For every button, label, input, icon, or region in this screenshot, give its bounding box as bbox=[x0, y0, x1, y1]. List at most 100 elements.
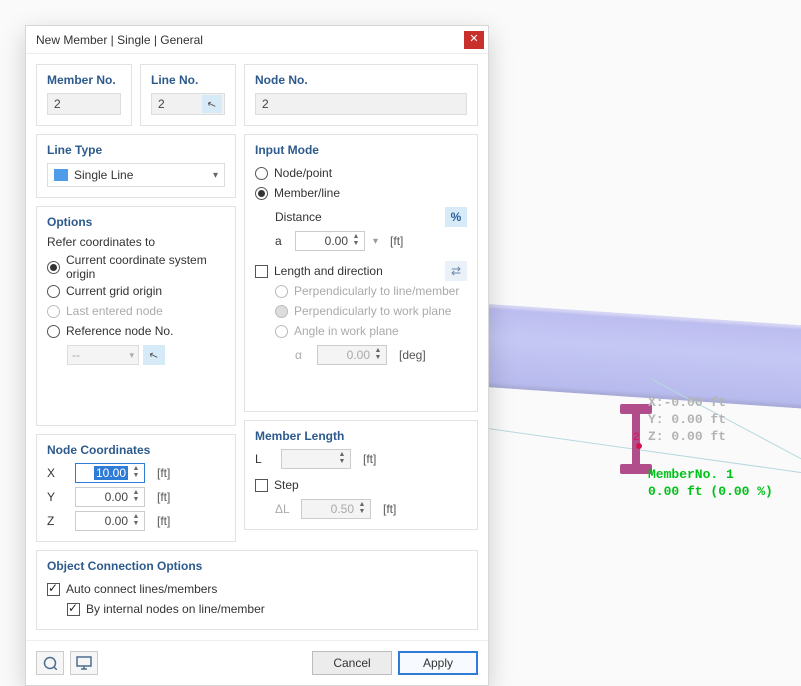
internal-nodes-check[interactable]: By internal nodes on line/member bbox=[67, 599, 467, 619]
swap-icon: ⇄ bbox=[451, 264, 461, 278]
line-no-group: Line No. 2 ↖ bbox=[140, 64, 236, 126]
radio-icon bbox=[47, 305, 60, 318]
cancel-button[interactable]: Cancel bbox=[312, 651, 392, 675]
spinner-arrows-icon[interactable]: ▲▼ bbox=[350, 233, 362, 249]
line-type-value: Single Line bbox=[74, 168, 133, 182]
length-l-input: ▲▼ bbox=[281, 449, 351, 469]
spinner-arrows-icon: ▲▼ bbox=[372, 347, 384, 363]
coord-readout: X:-0.00 ft Y: 0.00 ft Z: 0.00 ft bbox=[648, 394, 726, 445]
length-direction-check[interactable]: Length and direction ⇄ bbox=[255, 261, 467, 281]
distance-a-input[interactable]: 0.00 ▲▼ bbox=[295, 231, 365, 251]
line-no-field[interactable]: 2 ↖ bbox=[151, 93, 225, 115]
mode-node-point[interactable]: Node/point bbox=[255, 163, 467, 183]
member-no-field[interactable]: 2 bbox=[47, 93, 121, 115]
spinner-arrows-icon[interactable]: ▲▼ bbox=[130, 465, 142, 481]
object-connection-group: Object Connection Options Auto connect l… bbox=[36, 550, 478, 630]
options-group: Options Refer coordinates to Current coo… bbox=[36, 206, 236, 426]
titlebar[interactable]: New Member | Single | General ✕ bbox=[26, 26, 488, 54]
a-unit: [ft] bbox=[390, 234, 403, 248]
unit-chevron-icon[interactable]: ▾ bbox=[373, 236, 378, 247]
options-label: Options bbox=[47, 215, 225, 229]
apply-button[interactable]: Apply bbox=[398, 651, 478, 675]
perp-work-plane: Perpendicularly to work plane bbox=[275, 301, 467, 321]
cursor-icon: ↖ bbox=[147, 347, 160, 362]
chevron-down-icon: ▾ bbox=[213, 170, 218, 181]
input-mode-group: Input Mode Node/point Member/line Distan… bbox=[244, 134, 478, 412]
mode-member-line[interactable]: Member/line bbox=[255, 183, 467, 203]
alpha-unit: [deg] bbox=[399, 348, 426, 362]
checkbox-icon bbox=[67, 603, 80, 616]
help-icon bbox=[43, 656, 57, 670]
distance-label: Distance bbox=[275, 210, 322, 224]
step-check[interactable]: Step bbox=[255, 475, 467, 495]
opt-ref-node[interactable]: Reference node No. bbox=[47, 321, 225, 341]
spinner-arrows-icon: ▲▼ bbox=[356, 501, 368, 517]
dialog-title: New Member | Single | General bbox=[36, 33, 464, 47]
member-readout: MemberNo. 1 0.00 ft (0.00 %) bbox=[648, 466, 773, 500]
l-unit: [ft] bbox=[363, 452, 376, 466]
coord-x-input[interactable]: 10.00 ▲▼ bbox=[75, 463, 145, 483]
opt-last-node: Last entered node bbox=[47, 301, 225, 321]
ref-node-select: -- ▾ bbox=[67, 345, 139, 365]
node-no-group: Node No. 2 bbox=[244, 64, 478, 126]
member-no-label: Member No. bbox=[47, 73, 121, 87]
checkbox-icon bbox=[255, 479, 268, 492]
help-button[interactable] bbox=[36, 651, 64, 675]
node-label: 2 bbox=[633, 432, 640, 444]
line-no-label: Line No. bbox=[151, 73, 225, 87]
radio-icon bbox=[275, 325, 288, 338]
cursor-icon: ↖ bbox=[205, 96, 218, 111]
checkbox-icon bbox=[47, 583, 60, 596]
radio-icon bbox=[275, 305, 288, 318]
alpha-label: α bbox=[295, 348, 309, 362]
line-type-icon bbox=[54, 169, 68, 181]
dl-unit: [ft] bbox=[383, 502, 396, 516]
coord-y-label: Y bbox=[47, 490, 67, 504]
percent-toggle[interactable]: % bbox=[445, 207, 467, 227]
pick-node-button[interactable]: ↖ bbox=[143, 345, 165, 365]
l-label: L bbox=[255, 452, 273, 466]
opt-grid-origin[interactable]: Current grid origin bbox=[47, 281, 225, 301]
member-length-group: Member Length L ▲▼ [ft] Step bbox=[244, 420, 478, 530]
line-type-select[interactable]: Single Line ▾ bbox=[47, 163, 225, 187]
spinner-arrows-icon[interactable]: ▲▼ bbox=[130, 489, 142, 505]
line-type-group: Line Type Single Line ▾ bbox=[36, 134, 236, 198]
a-label: a bbox=[275, 234, 287, 248]
dl-label: ΔL bbox=[275, 502, 293, 516]
new-member-dialog: New Member | Single | General ✕ Member N… bbox=[25, 25, 489, 686]
monitor-icon bbox=[76, 656, 92, 670]
close-button[interactable]: ✕ bbox=[464, 31, 484, 49]
display-button[interactable] bbox=[70, 651, 98, 675]
radio-icon bbox=[275, 285, 288, 298]
alpha-input: 0.00 ▲▼ bbox=[317, 345, 387, 365]
chevron-down-icon: ▾ bbox=[129, 350, 134, 361]
node-no-field[interactable]: 2 bbox=[255, 93, 467, 115]
dl-input: 0.50 ▲▼ bbox=[301, 499, 371, 519]
coord-x-unit: [ft] bbox=[157, 466, 170, 480]
percent-icon: % bbox=[451, 210, 462, 224]
radio-icon bbox=[47, 285, 60, 298]
refer-label: Refer coordinates to bbox=[47, 235, 225, 249]
spinner-arrows-icon[interactable]: ▲▼ bbox=[130, 513, 142, 529]
coord-z-unit: [ft] bbox=[157, 514, 170, 528]
line-type-label: Line Type bbox=[47, 143, 225, 157]
object-connection-label: Object Connection Options bbox=[47, 559, 467, 573]
perp-line-member: Perpendicularly to line/member bbox=[275, 281, 467, 301]
coord-x-label: X bbox=[47, 466, 67, 480]
node-no-label: Node No. bbox=[255, 73, 467, 87]
pick-line-icon[interactable]: ↖ bbox=[202, 95, 222, 113]
coord-z-input[interactable]: 0.00 ▲▼ bbox=[75, 511, 145, 531]
coord-z-label: Z bbox=[47, 514, 67, 528]
radio-icon bbox=[47, 325, 60, 338]
coord-y-unit: [ft] bbox=[157, 490, 170, 504]
member-length-label: Member Length bbox=[255, 429, 467, 443]
spinner-arrows-icon: ▲▼ bbox=[336, 451, 348, 467]
auto-connect-check[interactable]: Auto connect lines/members bbox=[47, 579, 467, 599]
opt-cs-origin[interactable]: Current coordinate system origin bbox=[47, 253, 225, 281]
swap-direction-button[interactable]: ⇄ bbox=[445, 261, 467, 281]
angle-work-plane: Angle in work plane bbox=[275, 321, 467, 341]
checkbox-icon bbox=[255, 265, 268, 278]
member-no-group: Member No. 2 bbox=[36, 64, 132, 126]
node-coords-label: Node Coordinates bbox=[47, 443, 225, 457]
coord-y-input[interactable]: 0.00 ▲▼ bbox=[75, 487, 145, 507]
